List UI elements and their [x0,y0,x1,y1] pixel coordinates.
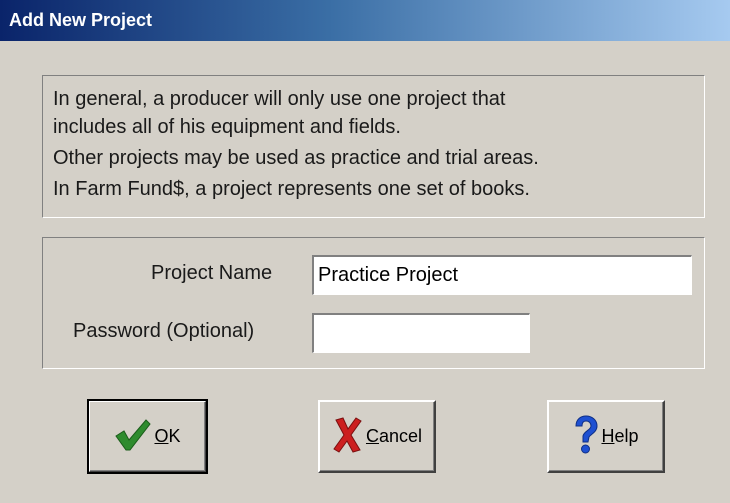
project-form-panel: Project Name Password (Optional) [42,237,705,369]
x-mark-icon [332,416,364,457]
info-line-4: In Farm Fund$, a project represents one … [53,178,530,200]
info-line-3: Other projects may be used as practice a… [53,147,539,169]
cancel-label: Cancel [365,426,423,446]
info-line-2: includes all of his equipment and fields… [53,116,401,138]
title-bar[interactable]: Add New Project [0,0,730,41]
dialog-title: Add New Project [9,10,153,30]
add-new-project-dialog: Add New Project In general, a producer w… [0,0,730,503]
cancel-button[interactable]: Cancel [318,400,436,473]
info-line-1: In general, a producer will only use one… [53,88,506,110]
help-button[interactable]: Help [547,400,665,473]
checkmark-icon [114,418,152,455]
password-label: Password (Optional) [73,320,255,342]
info-panel: In general, a producer will only use one… [42,75,705,218]
project-name-input[interactable] [312,255,692,295]
ok-label: OK [154,426,181,446]
question-mark-icon [573,415,599,458]
project-name-label: Project Name [151,262,273,284]
help-label: Help [601,426,639,446]
password-input[interactable] [312,313,530,353]
ok-button[interactable]: OK [87,399,208,474]
